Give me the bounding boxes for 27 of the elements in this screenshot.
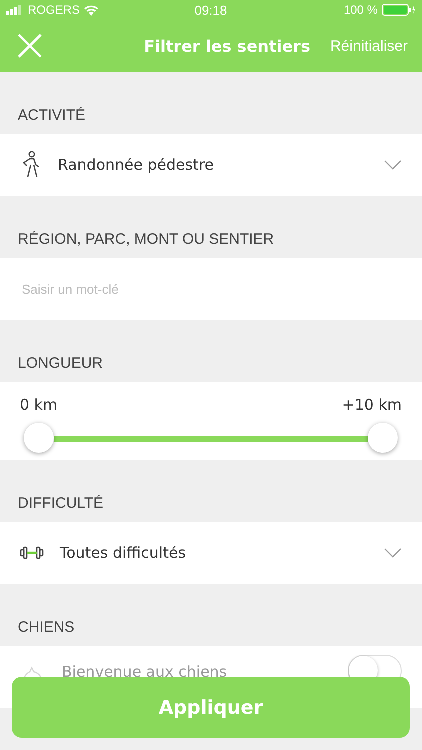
battery-percent: 100 % xyxy=(344,3,378,17)
chevron-down-icon xyxy=(384,160,402,170)
section-title: DIFFICULTÉ xyxy=(18,495,104,512)
dropdown-field[interactable]: Toutes difficultés xyxy=(0,522,422,584)
dropdown-value: Toutes difficultés xyxy=(60,544,186,562)
dropdown-field[interactable]: Randonnée pédestre xyxy=(0,134,422,196)
battery-icon xyxy=(382,4,416,16)
signal-icon xyxy=(6,5,24,15)
chevron-down-icon xyxy=(384,548,402,558)
wifi-icon xyxy=(84,4,100,16)
toggle-switch[interactable] xyxy=(348,655,402,678)
close-icon xyxy=(18,34,42,58)
carrier-name: ROGERS xyxy=(28,3,80,17)
dropdown-value: Randonnée pédestre xyxy=(58,156,214,174)
range-label: +10 km xyxy=(342,396,402,414)
status-time: 09:18 xyxy=(194,2,228,18)
hiker-icon xyxy=(20,151,42,179)
screen-title: Filtrer les sentiers xyxy=(144,36,310,56)
dumbbell-icon xyxy=(20,546,44,560)
range-label: 0 km xyxy=(20,396,58,414)
section-title: CHIENS xyxy=(18,619,75,636)
section-title: ACTIVITÉ xyxy=(18,107,86,124)
keyword-field[interactable]: Saisir un mot-clé xyxy=(0,258,422,320)
slider-thumb[interactable] xyxy=(24,423,54,453)
section-title: LONGUEUR xyxy=(18,355,104,372)
section-title: RÉGION, PARC, MONT OU SENTIER xyxy=(18,231,274,248)
slider-thumb[interactable] xyxy=(368,423,398,453)
